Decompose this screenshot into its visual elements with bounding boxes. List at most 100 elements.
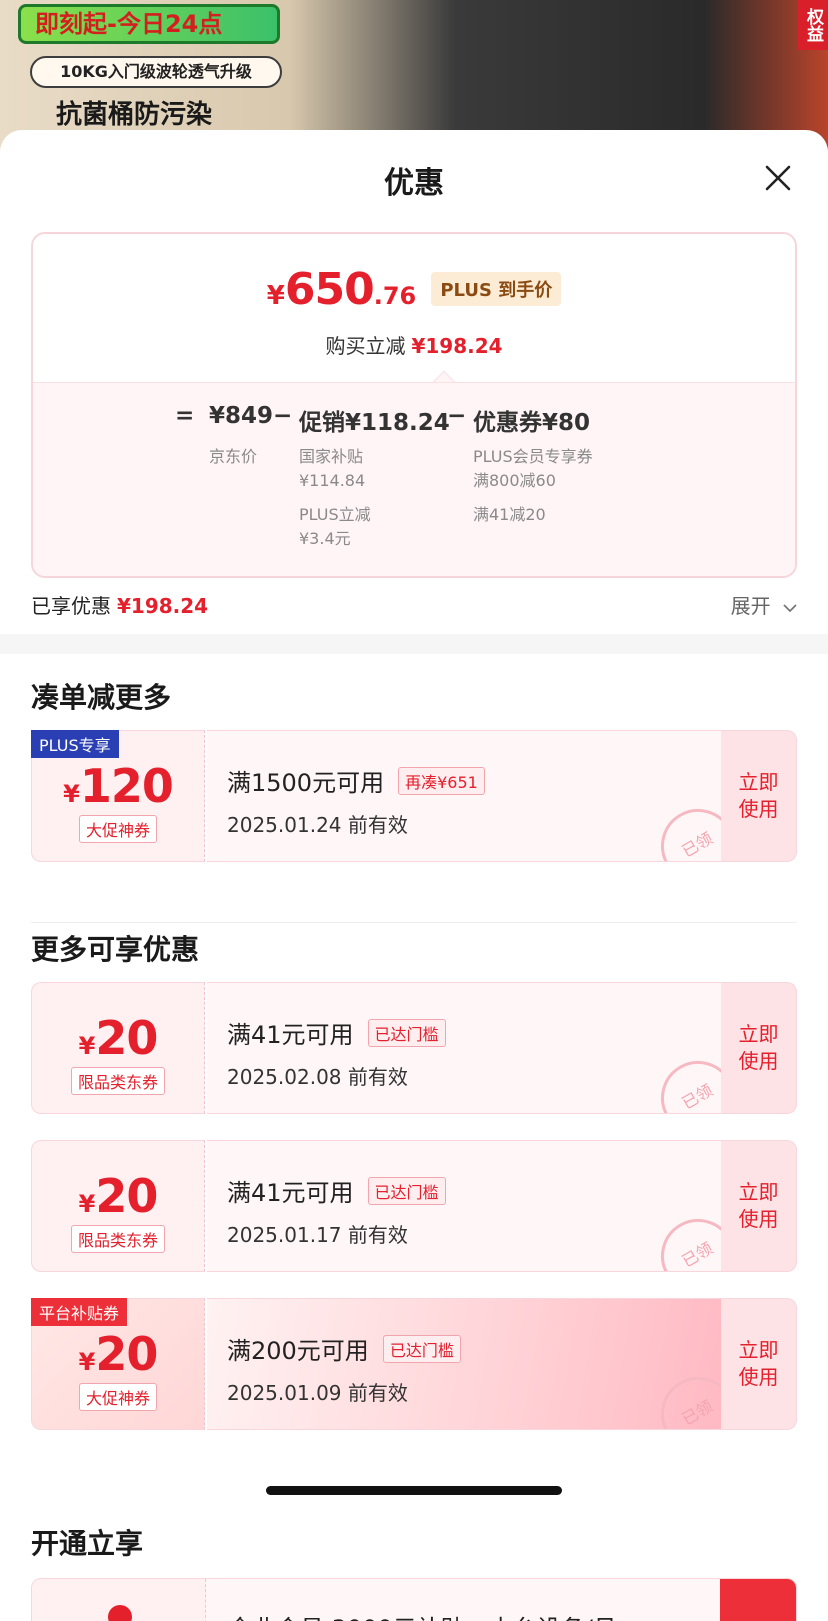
expand-toggle[interactable]: 展开 bbox=[731, 590, 797, 619]
reduce-value: ¥198.24 bbox=[411, 334, 503, 358]
formula-equals: = bbox=[175, 403, 195, 429]
coupon-amount: ¥ 120 bbox=[63, 759, 174, 813]
coupon-item-value: 满41减20 bbox=[473, 505, 546, 524]
coupon-amount-area: ¥ 20 限品类东券 bbox=[31, 982, 205, 1114]
coupon-info: 满41元可用 已达门槛 2025.02.08 前有效 已领 bbox=[207, 982, 721, 1114]
close-button[interactable] bbox=[758, 158, 798, 198]
discount-sheet: 优惠 ¥ 650 .76 PLUS 到手价 购买立减 ¥198.24 = ¥84… bbox=[0, 130, 828, 1621]
coupon-currency: ¥ bbox=[78, 1190, 96, 1218]
jd-price-label: 京东价 bbox=[209, 447, 258, 466]
coupon-info: 满1500元可用 再凑¥651 2025.01.24 前有效 已领 bbox=[207, 730, 721, 862]
coupon-value: 20 bbox=[95, 1169, 158, 1223]
membership-card-left bbox=[32, 1579, 206, 1621]
coupon-currency: ¥ bbox=[78, 1348, 96, 1376]
formula-jd-price: ¥849 bbox=[209, 403, 274, 429]
close-icon bbox=[765, 165, 791, 191]
claimed-stamp: 已领 bbox=[647, 795, 721, 861]
coupon-condition-text: 满1500元可用 bbox=[227, 769, 385, 797]
sheet-title: 优惠 bbox=[384, 166, 444, 201]
product-banner: 即刻起-今日24点 10KG入门级波轮透气升级 抗菌桶防污染 权益 bbox=[0, 0, 828, 150]
price-currency: ¥ bbox=[266, 281, 285, 311]
home-indicator[interactable] bbox=[266, 1486, 562, 1495]
coupon-condition: 满200元可用 已达门槛 bbox=[227, 1331, 461, 1366]
use-now-button[interactable]: 立即 使用 bbox=[721, 730, 797, 862]
coupon-card: ¥ 20 限品类东券 满41元可用 已达门槛 2025.02.08 前有效 已领… bbox=[31, 982, 797, 1114]
claimed-stamp: 已领 bbox=[647, 1363, 721, 1429]
coupon-info: 满41元可用 已达门槛 2025.01.17 前有效 已领 bbox=[207, 1140, 721, 1272]
section-gap bbox=[0, 634, 828, 654]
plus-exclusive-tag: PLUS专享 bbox=[31, 730, 119, 758]
enjoyed-label-text: 已享优惠 bbox=[31, 594, 111, 618]
enjoyed-label: 已享优惠 ¥198.24 bbox=[31, 590, 208, 619]
claimed-stamp: 已领 bbox=[647, 1205, 721, 1271]
coupon-info: 满200元可用 已达门槛 2025.01.09 前有效 已领 bbox=[207, 1298, 721, 1430]
coupon-threshold-badge: 再凑¥651 bbox=[398, 766, 485, 795]
use-now-button[interactable]: 立即 使用 bbox=[721, 1140, 797, 1272]
coupon-currency: ¥ bbox=[63, 780, 80, 808]
formula-promo: 促销¥118.24 bbox=[299, 410, 450, 436]
formula-minus-2: − bbox=[447, 403, 467, 429]
coupon-amount: ¥ 20 bbox=[78, 1011, 159, 1065]
coupon-card: ¥ 20 大促神券 平台补贴券 满200元可用 已达门槛 2025.01.09 … bbox=[31, 1298, 797, 1430]
coupon-currency: ¥ bbox=[78, 1032, 96, 1060]
price-breakdown-card: ¥ 650 .76 PLUS 到手价 购买立减 ¥198.24 = ¥849 − … bbox=[31, 232, 797, 578]
coupon-value: 20 bbox=[95, 1327, 158, 1381]
banner-promo-line: 即刻起-今日24点 bbox=[18, 4, 280, 44]
location-pin-icon bbox=[108, 1605, 132, 1621]
promo-item-value: ¥3.4元 bbox=[299, 529, 351, 548]
formula-minus-1: − bbox=[273, 403, 293, 429]
price-decimal: .76 bbox=[373, 282, 417, 310]
coupon-threshold-badge: 已达门槛 bbox=[367, 1018, 446, 1047]
section-title-more-offers: 更多可享优惠 bbox=[31, 933, 200, 966]
coupon-expiry: 2025.01.09 前有效 bbox=[227, 1381, 408, 1405]
coupon-type: 限品类东券 bbox=[70, 1225, 165, 1253]
chevron-down-icon bbox=[783, 603, 797, 612]
coupon-type: 限品类东券 bbox=[70, 1067, 165, 1095]
coupon-condition-text: 满41元可用 bbox=[227, 1179, 354, 1207]
promo-item-label: 国家补贴 bbox=[299, 447, 364, 466]
coupon-amount: ¥ 20 bbox=[78, 1327, 159, 1381]
coupon-condition-text: 满200元可用 bbox=[227, 1337, 369, 1365]
coupon-expiry: 2025.02.08 前有效 bbox=[227, 1065, 408, 1089]
promo-item-label: PLUS立减 bbox=[299, 505, 371, 524]
section-title-open-now: 开通立享 bbox=[31, 1527, 144, 1560]
coupon-type: 大促神券 bbox=[78, 815, 157, 843]
divider bbox=[31, 922, 797, 923]
coupon-card: ¥ 120 大促神券 PLUS专享 满1500元可用 再凑¥651 2025.0… bbox=[31, 730, 797, 862]
coupon-threshold-badge: 已达门槛 bbox=[367, 1176, 446, 1205]
banner-spec-line: 10KG入门级波轮透气升级 bbox=[30, 56, 282, 88]
coupon-type: 大促神券 bbox=[78, 1383, 157, 1411]
promo-item-value: ¥114.84 bbox=[299, 471, 366, 490]
expand-label: 展开 bbox=[730, 594, 771, 618]
membership-card-text: 企业会员 3000元补贴，中台设备/月 bbox=[228, 1609, 617, 1621]
banner-headline: 抗菌桶防污染 bbox=[56, 100, 213, 130]
coupon-condition: 满41元可用 已达门槛 bbox=[227, 1015, 446, 1050]
formula-coupon: 优惠券¥80 bbox=[473, 410, 591, 436]
enjoyed-discount-row: 已享优惠 ¥198.24 展开 bbox=[31, 580, 797, 620]
coupon-item-label: PLUS会员专享券 bbox=[473, 447, 593, 466]
use-now-button[interactable]: 立即 使用 bbox=[721, 982, 797, 1114]
coupon-expiry: 2025.01.17 前有效 bbox=[227, 1223, 408, 1247]
coupon-condition-text: 满41元可用 bbox=[227, 1021, 354, 1049]
membership-card[interactable]: 企业会员 3000元补贴，中台设备/月 bbox=[31, 1578, 797, 1621]
enjoyed-value: ¥198.24 bbox=[117, 594, 209, 618]
coupon-card: ¥ 20 限品类东券 满41元可用 已达门槛 2025.01.17 前有效 已领… bbox=[31, 1140, 797, 1272]
coupon-amount: ¥ 20 bbox=[78, 1169, 159, 1223]
coupon-value: 20 bbox=[95, 1011, 158, 1065]
banner-side-badge[interactable]: 权益 bbox=[798, 0, 828, 50]
plus-price-tag: PLUS 到手价 bbox=[431, 272, 562, 306]
claimed-stamp: 已领 bbox=[647, 1047, 721, 1113]
reduce-label: 购买立减 bbox=[325, 334, 406, 358]
coupon-condition: 满1500元可用 再凑¥651 bbox=[227, 763, 485, 798]
membership-action-button[interactable] bbox=[720, 1579, 796, 1621]
coupon-condition: 满41元可用 已达门槛 bbox=[227, 1173, 446, 1208]
final-price: ¥ 650 .76 bbox=[267, 264, 416, 315]
coupon-threshold-badge: 已达门槛 bbox=[382, 1334, 461, 1363]
coupon-value: 120 bbox=[79, 759, 174, 813]
section-title-more-discount: 凑单减更多 bbox=[31, 681, 172, 714]
coupon-expiry: 2025.01.24 前有效 bbox=[227, 813, 408, 837]
coupon-item-value: 满800减60 bbox=[473, 471, 556, 490]
use-now-button[interactable]: 立即 使用 bbox=[721, 1298, 797, 1430]
platform-subsidy-tag: 平台补贴券 bbox=[31, 1298, 128, 1326]
coupon-amount-area: ¥ 20 限品类东券 bbox=[31, 1140, 205, 1272]
